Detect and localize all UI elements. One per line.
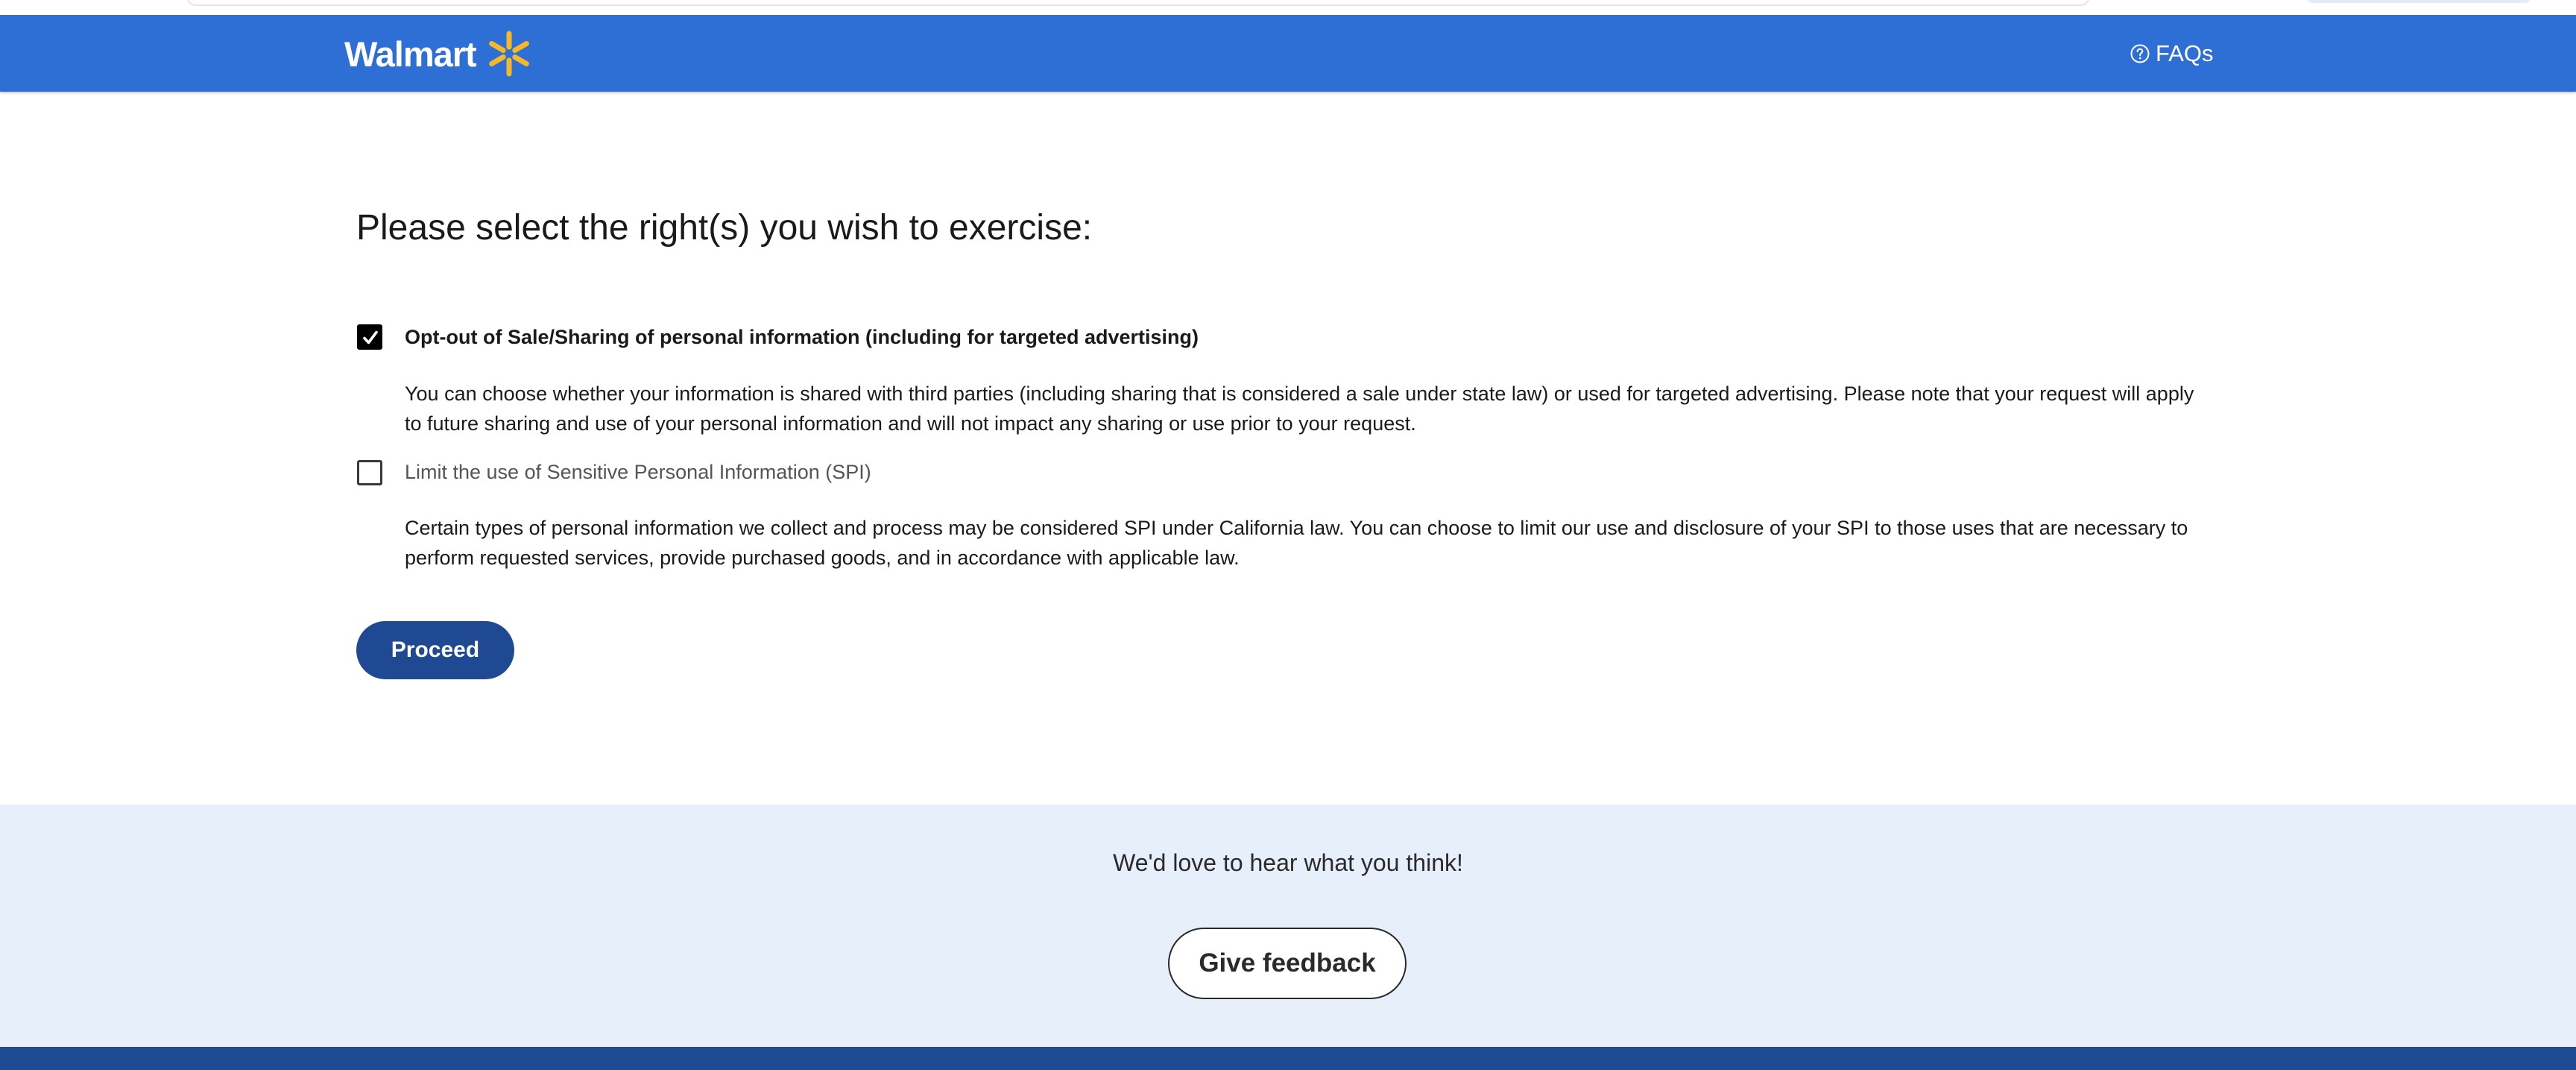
browser-chrome-strip xyxy=(0,0,2576,15)
browser-button-edge xyxy=(2307,0,2531,3)
proceed-button[interactable]: Proceed xyxy=(356,621,514,679)
address-bar-edge xyxy=(186,0,2090,6)
logo-text: Walmart xyxy=(344,34,477,74)
opt-out-sale-label[interactable]: Opt-out of Sale/Sharing of personal info… xyxy=(405,326,1199,349)
give-feedback-button[interactable]: Give feedback xyxy=(1168,928,1407,999)
help-circle-icon xyxy=(2130,44,2150,63)
faqs-label: FAQs xyxy=(2156,40,2214,66)
limit-spi-label[interactable]: Limit the use of Sensitive Personal Info… xyxy=(405,461,871,484)
site-header: Walmart FAQs xyxy=(0,15,2576,92)
feedback-prompt: We'd love to hear what you think! xyxy=(1113,849,1463,876)
walmart-logo[interactable]: Walmart xyxy=(344,28,533,79)
spark-icon xyxy=(488,31,529,77)
feedback-section: We'd love to hear what you think! Give f… xyxy=(0,805,2576,1047)
faqs-link[interactable]: FAQs xyxy=(2130,37,2214,70)
site-footer xyxy=(0,1047,2576,1070)
checkmark-icon xyxy=(363,330,378,344)
limit-spi-description: Certain types of personal information we… xyxy=(405,517,2188,569)
opt-out-sale-description: You can choose whether your information … xyxy=(405,383,2194,435)
opt-out-sale-checkbox[interactable] xyxy=(357,324,382,350)
limit-spi-checkbox[interactable] xyxy=(357,460,382,485)
page-title: Please select the right(s) you wish to e… xyxy=(356,208,1093,248)
